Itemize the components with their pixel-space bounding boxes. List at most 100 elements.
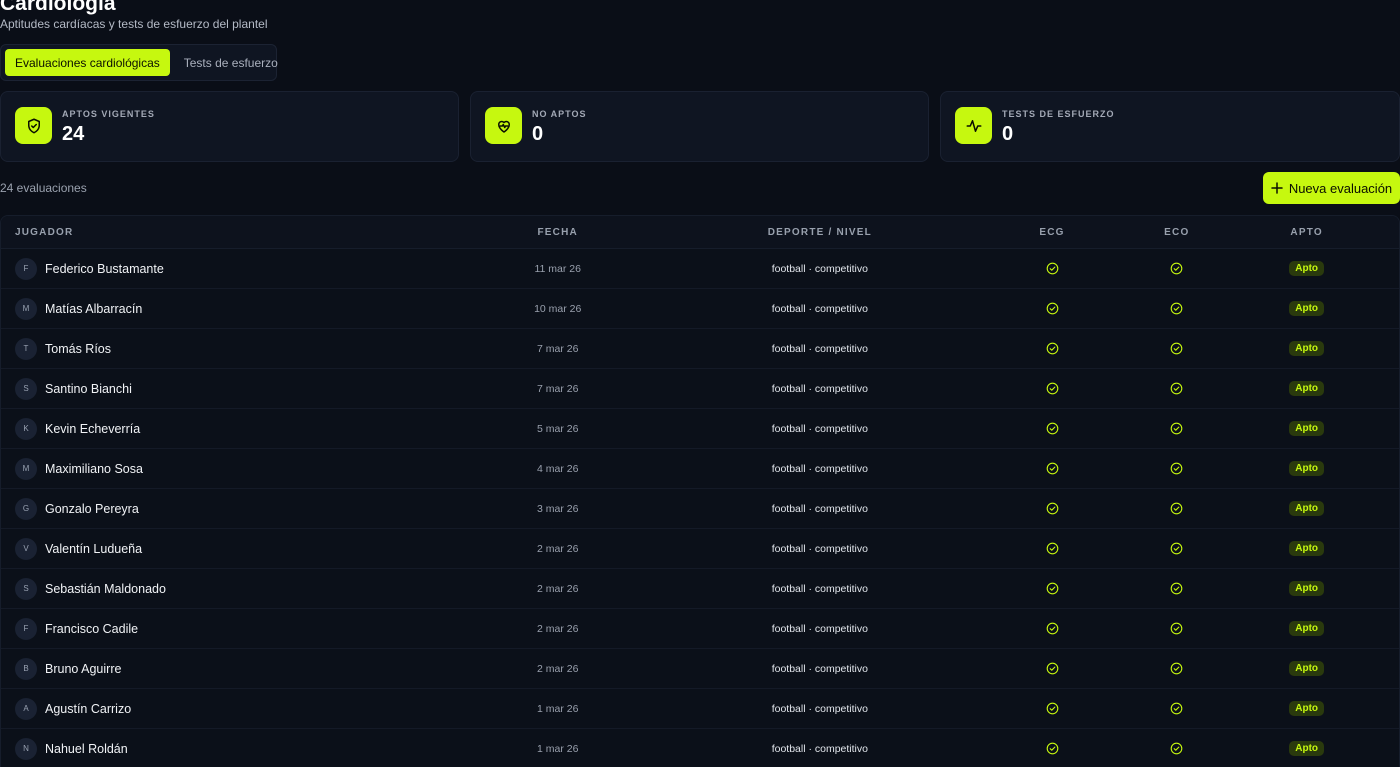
col-header-sport[interactable]: DEPORTE / NIVEL xyxy=(675,227,965,238)
check-circle-icon xyxy=(1046,342,1058,355)
table-body: F Federico Bustamante 11 mar 26 football… xyxy=(1,249,1399,767)
avatar: B xyxy=(15,657,37,680)
sport-cell: football · competitivo xyxy=(771,502,868,515)
date-cell: 5 mar 26 xyxy=(537,422,579,435)
apto-cell: Apto xyxy=(1214,261,1399,276)
heart-pulse-icon xyxy=(485,107,522,144)
check-circle-icon xyxy=(1170,382,1183,395)
eco-cell xyxy=(1139,702,1214,715)
player-name[interactable]: Federico Bustamante xyxy=(45,262,164,276)
check-circle-icon xyxy=(1046,502,1058,515)
eco-cell xyxy=(1139,262,1214,275)
shield-check-icon xyxy=(15,107,52,144)
player-name[interactable]: Tomás Ríos xyxy=(45,342,111,356)
ecg-cell xyxy=(965,462,1140,475)
player-name[interactable]: Bruno Aguirre xyxy=(45,662,121,676)
table-row[interactable]: M Matías Albarracín 10 mar 26 football ·… xyxy=(1,289,1399,329)
tab-evaluaciones[interactable]: Evaluaciones cardiológicas xyxy=(5,49,170,76)
avatar: S xyxy=(15,577,37,600)
player-name[interactable]: Santino Bianchi xyxy=(45,382,132,396)
player-name[interactable]: Matías Albarracín xyxy=(45,302,142,316)
tab-tests-esfuerzo[interactable]: Tests de esfuerzo xyxy=(174,49,288,76)
eco-cell xyxy=(1139,462,1214,475)
status-badge: Apto xyxy=(1289,301,1325,316)
date-cell: 4 mar 26 xyxy=(537,462,579,475)
new-evaluation-label: Nueva evaluación xyxy=(1288,180,1393,196)
table-row[interactable]: S Sebastián Maldonado 2 mar 26 football … xyxy=(1,569,1399,609)
col-header-eco[interactable]: ECO xyxy=(1139,227,1214,238)
player-cell: F Federico Bustamante xyxy=(1,257,440,280)
player-name[interactable]: Nahuel Roldán xyxy=(45,742,128,756)
eco-cell xyxy=(1139,542,1214,555)
eco-cell xyxy=(1139,742,1214,755)
player-name[interactable]: Maximiliano Sosa xyxy=(45,462,143,476)
sport-cell: football · competitivo xyxy=(771,542,868,555)
table-row[interactable]: A Agustín Carrizo 1 mar 26 football · co… xyxy=(1,689,1399,729)
player-name[interactable]: Gonzalo Pereyra xyxy=(45,502,139,516)
player-name[interactable]: Valentín Ludueña xyxy=(45,542,142,556)
stat-card-tests: TESTS DE ESFUERZO 0 xyxy=(940,91,1400,162)
col-header-date[interactable]: FECHA xyxy=(440,227,675,238)
status-badge: Apto xyxy=(1289,541,1325,556)
table-row[interactable]: F Francisco Cadile 2 mar 26 football · c… xyxy=(1,609,1399,649)
new-evaluation-button[interactable]: Nueva evaluación xyxy=(1263,172,1400,204)
ecg-cell xyxy=(965,262,1140,275)
stat-value: 0 xyxy=(532,123,544,145)
table-header: JUGADOR FECHA DEPORTE / NIVEL ECG ECO AP… xyxy=(1,216,1399,249)
date-cell: 10 mar 26 xyxy=(534,302,582,315)
sport-cell: football · competitivo xyxy=(771,662,868,675)
table-row[interactable]: T Tomás Ríos 7 mar 26 football · competi… xyxy=(1,329,1399,369)
col-header-ecg[interactable]: ECG xyxy=(965,227,1140,238)
ecg-cell xyxy=(965,742,1140,755)
date-cell: 2 mar 26 xyxy=(537,582,579,595)
table-row[interactable]: G Gonzalo Pereyra 3 mar 26 football · co… xyxy=(1,489,1399,529)
date-cell: 3 mar 26 xyxy=(537,502,579,515)
sport-cell: football · competitivo xyxy=(771,342,868,355)
avatar: M xyxy=(15,457,37,480)
status-badge: Apto xyxy=(1289,621,1325,636)
tab-bar: Evaluaciones cardiológicas Tests de esfu… xyxy=(0,44,278,81)
player-cell: K Kevin Echeverría xyxy=(1,417,440,440)
date-cell: 2 mar 26 xyxy=(537,662,579,675)
player-cell: V Valentín Ludueña xyxy=(1,537,440,560)
apto-cell: Apto xyxy=(1214,421,1399,436)
table-row[interactable]: K Kevin Echeverría 5 mar 26 football · c… xyxy=(1,409,1399,449)
check-circle-icon xyxy=(1170,462,1183,475)
apto-cell: Apto xyxy=(1214,381,1399,396)
table-row[interactable]: F Federico Bustamante 11 mar 26 football… xyxy=(1,249,1399,289)
eco-cell xyxy=(1139,582,1214,595)
sport-cell: football · competitivo xyxy=(771,262,868,275)
player-cell: T Tomás Ríos xyxy=(1,337,440,360)
col-header-apto[interactable]: APTO xyxy=(1214,227,1399,238)
apto-cell: Apto xyxy=(1214,541,1399,556)
status-badge: Apto xyxy=(1289,501,1325,516)
check-circle-icon xyxy=(1170,702,1183,715)
sport-cell: football · competitivo xyxy=(771,622,868,635)
player-name[interactable]: Sebastián Maldonado xyxy=(45,582,166,596)
sport-cell: football · competitivo xyxy=(771,302,868,315)
player-name[interactable]: Francisco Cadile xyxy=(45,622,138,636)
player-cell: S Santino Bianchi xyxy=(1,377,440,400)
player-name[interactable]: Agustín Carrizo xyxy=(45,702,131,716)
apto-cell: Apto xyxy=(1214,661,1399,676)
table-row[interactable]: S Santino Bianchi 7 mar 26 football · co… xyxy=(1,369,1399,409)
table-row[interactable]: V Valentín Ludueña 2 mar 26 football · c… xyxy=(1,529,1399,569)
player-name[interactable]: Kevin Echeverría xyxy=(45,422,140,436)
ecg-cell xyxy=(965,422,1140,435)
check-circle-icon xyxy=(1170,662,1183,675)
table-row[interactable]: N Nahuel Roldán 1 mar 26 football · comp… xyxy=(1,729,1399,767)
status-badge: Apto xyxy=(1289,381,1325,396)
status-badge: Apto xyxy=(1289,261,1325,276)
check-circle-icon xyxy=(1046,262,1058,275)
table-row[interactable]: B Bruno Aguirre 2 mar 26 football · comp… xyxy=(1,649,1399,689)
ecg-cell xyxy=(965,382,1140,395)
check-circle-icon xyxy=(1170,302,1183,315)
avatar: K xyxy=(15,417,37,440)
sport-cell: football · competitivo xyxy=(771,582,868,595)
ecg-cell xyxy=(965,622,1140,635)
stat-label: NO APTOS xyxy=(532,109,587,119)
col-header-player[interactable]: JUGADOR xyxy=(1,227,440,238)
stat-value: 0 xyxy=(1002,123,1014,145)
table-row[interactable]: M Maximiliano Sosa 4 mar 26 football · c… xyxy=(1,449,1399,489)
check-circle-icon xyxy=(1170,502,1183,515)
